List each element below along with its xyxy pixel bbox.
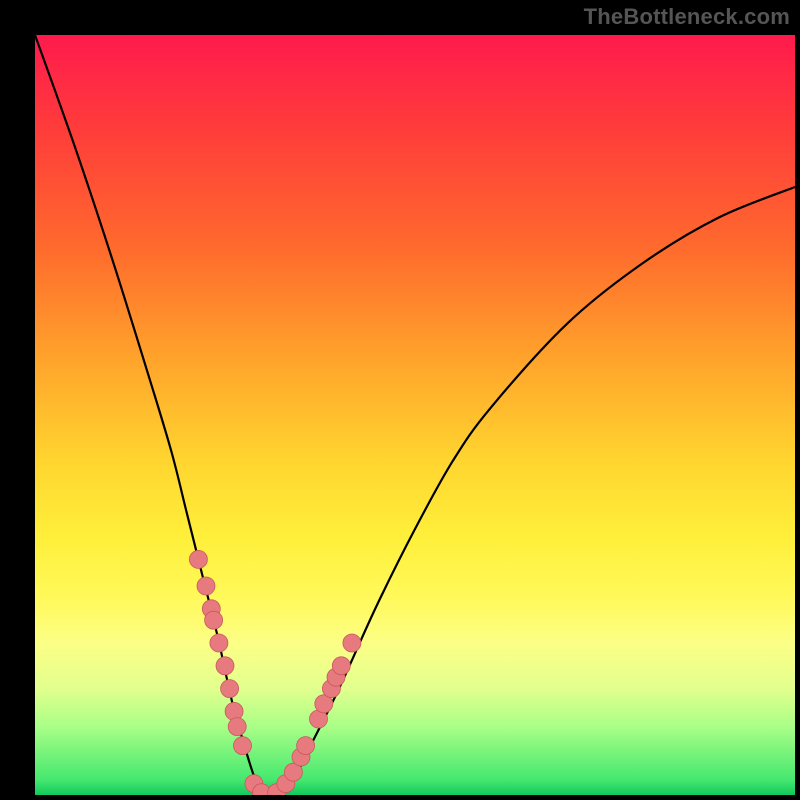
bottleneck-curve bbox=[35, 35, 795, 795]
sample-dot bbox=[189, 550, 207, 568]
sample-dot bbox=[225, 702, 243, 720]
sample-dot bbox=[234, 737, 252, 755]
chart-overlay bbox=[35, 35, 795, 795]
sample-dot bbox=[228, 718, 246, 736]
sample-dots-group bbox=[189, 550, 361, 795]
sample-dot bbox=[210, 634, 228, 652]
sample-dot bbox=[297, 737, 315, 755]
sample-dot bbox=[205, 611, 223, 629]
sample-dot bbox=[343, 634, 361, 652]
sample-dot bbox=[332, 657, 350, 675]
chart-stage: TheBottleneck.com bbox=[0, 0, 800, 800]
sample-dot bbox=[197, 577, 215, 595]
sample-dot bbox=[216, 657, 234, 675]
watermark-text: TheBottleneck.com bbox=[584, 4, 790, 30]
sample-dot bbox=[221, 680, 239, 698]
